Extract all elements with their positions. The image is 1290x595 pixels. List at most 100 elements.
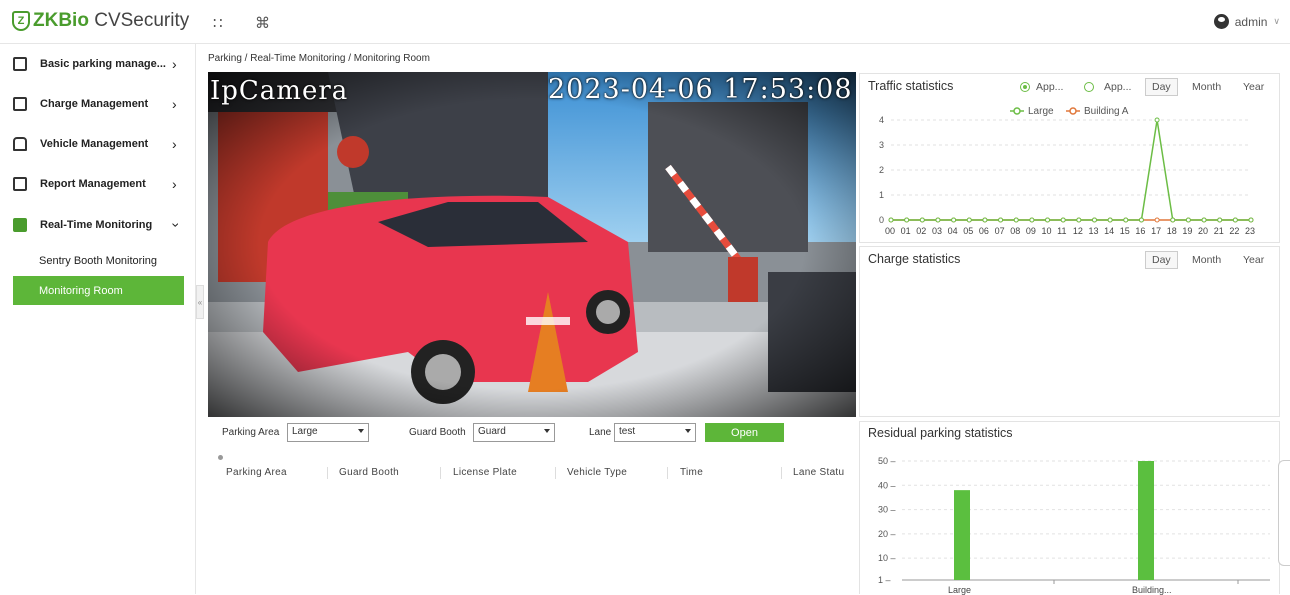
data-point [1217,217,1223,223]
data-point [1091,217,1097,223]
command-icon[interactable]: ⌘ [255,14,270,32]
data-point [1045,217,1051,223]
x-tick-label: 08 [1010,226,1020,236]
x-tick-label: 19 [1182,226,1192,236]
radio-app-2[interactable] [1084,82,1094,92]
data-point [1013,217,1019,223]
parking-area-select[interactable]: Large [287,423,369,442]
dropdown-arrow-icon [544,429,550,433]
y-tick-label: 0 [879,215,884,225]
data-point [966,217,972,223]
menu-vehicle-management[interactable]: Vehicle Management › [0,124,196,164]
x-tick-label: 01 [901,226,911,236]
chevron-right-icon: › [172,136,177,152]
logo-brand: ZKBio [33,10,89,31]
x-tick-label: 04 [948,226,958,236]
traffic-line-chart: Large Building A0123400 01 02 03 04 05 06 07 08 09… [879,106,1255,236]
data-point [1185,217,1191,223]
user-avatar-icon [1213,14,1229,29]
tab-month[interactable]: Month [1192,254,1221,266]
menu-real-time-monitoring[interactable]: Real-Time Monitoring › [0,205,196,245]
data-point [935,217,941,223]
col-lane-status[interactable]: Lane Statu [793,467,844,478]
chevron-right-icon: › [172,56,177,72]
guard-booth-value: Guard [478,426,506,437]
x-tick-label: 13 [1088,226,1098,236]
sidebar-collapse-handle[interactable]: « [196,285,204,319]
data-point [1138,217,1144,223]
y-tick-label: 1 [879,190,884,200]
chevron-down-icon: › [168,222,185,228]
y-tick-label: 20 – [878,529,896,539]
x-tick-label: 16 [1135,226,1145,236]
col-divider [440,467,441,479]
menu-label: Report Management [40,178,146,190]
report-icon [13,177,27,191]
menu-report-management[interactable]: Report Management › [0,164,196,204]
radio-app-2-label: App... [1104,81,1132,93]
data-point [1201,217,1207,223]
parking-area-label: Parking Area [222,427,280,438]
data-point [1154,217,1160,223]
app-logo[interactable]: Z ZKBio CVSecurity [12,10,189,32]
y-tick-label: 50 – [878,456,896,466]
col-divider [667,467,668,479]
parking-icon [13,57,27,71]
camera-timestamp-overlay: 2023-04-06 17:53:08 [548,74,853,105]
menu-label: Charge Management [40,98,149,110]
col-divider [327,467,328,479]
radio-app-1[interactable] [1020,82,1030,92]
x-tick-label: 23 [1245,226,1255,236]
y-tick-label: 2 [879,165,884,175]
submenu-sentry-booth-monitoring[interactable]: Sentry Booth Monitoring [39,255,157,267]
radio-app-1-label: App... [1036,81,1064,93]
x-tick-label: 22 [1229,226,1239,236]
data-point [1123,217,1129,223]
residual-bar-chart: 1 –10 –20 –30 –40 –50 –Large Building... [878,456,1270,595]
lane-select[interactable]: test [614,423,696,442]
open-barrier-button[interactable]: Open [705,423,784,442]
col-time[interactable]: Time [680,467,703,478]
data-point [888,217,894,223]
data-point [1154,117,1160,123]
legend-marker [1013,107,1021,115]
user-menu[interactable]: admin ∨ [1213,14,1280,29]
menu-charge-management[interactable]: Charge Management › [0,84,196,124]
tab-day[interactable]: Day [1145,251,1178,269]
x-tick-label: 11 [1057,226,1066,236]
tab-day[interactable]: Day [1145,78,1178,96]
legend-label: Large [1028,106,1054,117]
data-point [1060,217,1066,223]
side-drawer-handle[interactable] [1278,460,1290,566]
apps-grid-icon[interactable]: ∷ [213,14,223,32]
col-license-plate[interactable]: License Plate [453,467,517,478]
residual-title: Residual parking statistics [868,426,1013,440]
chevron-down-icon: ∨ [1273,16,1280,26]
submenu-monitoring-room[interactable]: Monitoring Room [13,276,184,305]
legend-label: Building A [1084,106,1129,117]
y-tick-label: 1 – [878,575,891,585]
chevron-right-icon: › [172,96,177,112]
data-point [919,217,925,223]
menu-basic-parking[interactable]: Basic parking manage... › [0,44,196,84]
col-vehicle-type[interactable]: Vehicle Type [567,467,627,478]
tab-year[interactable]: Year [1243,254,1264,266]
charge-title: Charge statistics [868,252,961,266]
tab-month[interactable]: Month [1192,81,1221,93]
guard-booth-label: Guard Booth [409,427,466,438]
x-tick-label: 02 [916,226,926,236]
camera-name-overlay: IpCamera [210,76,349,106]
data-point [951,217,957,223]
data-point [1232,217,1238,223]
tab-year[interactable]: Year [1243,81,1264,93]
top-bar: Z ZKBio CVSecurity ∷ ⌘ admin ∨ [0,0,1290,44]
dropdown-arrow-icon [358,429,364,433]
username: admin [1234,14,1268,29]
col-parking-area[interactable]: Parking Area [226,467,287,478]
guard-booth-select[interactable]: Guard [473,423,555,442]
col-guard-booth[interactable]: Guard Booth [339,467,399,478]
sidebar: Basic parking manage... › Charge Managem… [0,44,196,594]
col-divider [555,467,556,479]
bar-building- [1138,461,1154,580]
legend-marker [1069,107,1077,115]
